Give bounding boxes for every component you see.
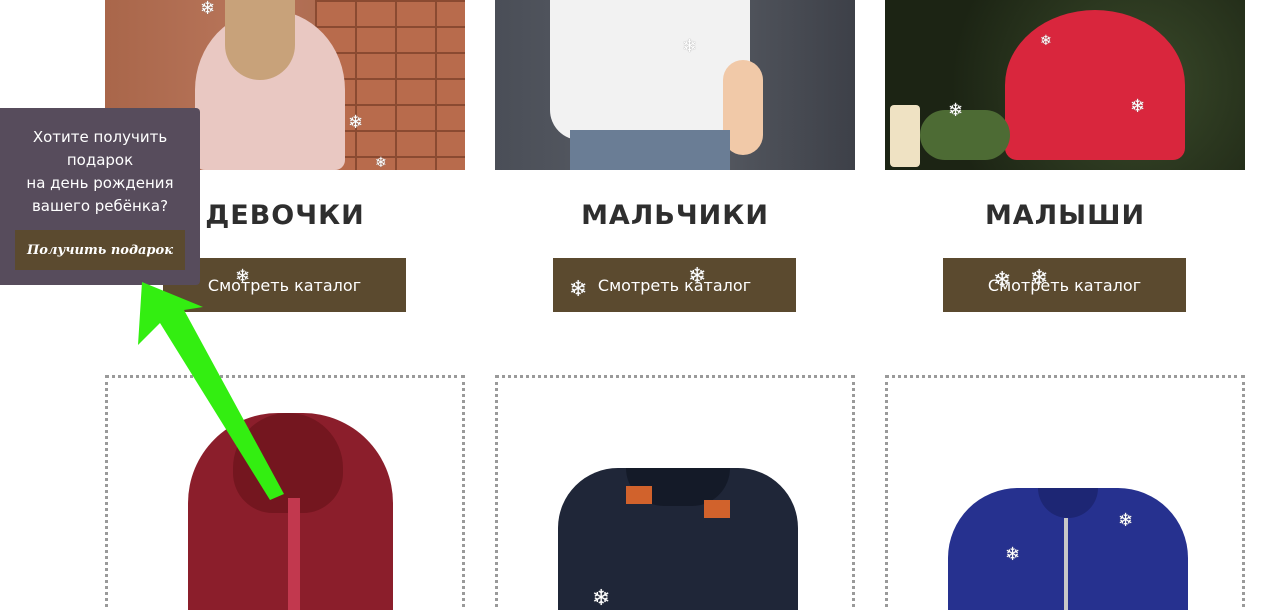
product-card-navy-jacket[interactable] [495, 375, 855, 610]
snowflake-icon: ❄ [682, 36, 698, 57]
boy-jeans-decor [570, 130, 730, 170]
boy-shirt-decor [550, 0, 750, 140]
baby-dress-decor [1005, 10, 1185, 160]
snowflake-icon: ❄ [1005, 544, 1021, 565]
snowflake-icon: ❄ [1030, 266, 1049, 291]
jacket-shoulder-patch-right [704, 500, 730, 518]
product-card-red-jacket[interactable] [105, 375, 465, 610]
get-gift-button[interactable]: Получить подарок [15, 230, 185, 270]
category-babies-image[interactable] [885, 0, 1245, 170]
snowflake-icon: ❄ [993, 268, 1012, 293]
girl-hair-decor [225, 0, 295, 80]
snowflake-icon: ❄ [1118, 510, 1134, 531]
gift-popup-text: Хотите получить подарок на день рождения… [26, 128, 174, 215]
snowflake-icon: ❄ [235, 266, 251, 287]
snowflake-icon: ❄ [375, 155, 387, 171]
snowflake-icon: ❄ [948, 100, 964, 121]
snowflake-icon: ❄ [200, 0, 216, 19]
jacket-zip-decor [288, 498, 300, 610]
snowflake-icon: ❄ [592, 586, 611, 610]
product-card-blue-jacket[interactable] [885, 375, 1245, 610]
category-boys-catalog-button[interactable]: Смотреть каталог [553, 258, 796, 312]
page: ДЕВОЧКИ Смотреть каталог МАЛЬЧИКИ Смотре… [0, 0, 1280, 610]
snowflake-icon: ❄ [688, 264, 707, 289]
category-boys: МАЛЬЧИКИ Смотреть каталог [495, 0, 855, 312]
category-boys-image[interactable] [495, 0, 855, 170]
jacket-zip-decor [1064, 518, 1068, 610]
jacket-shoulder-patch-left [626, 486, 652, 504]
category-babies: МАЛЫШИ Смотреть каталог [885, 0, 1245, 312]
snowflake-icon: ❄ [569, 277, 588, 302]
plant-decor [920, 110, 1010, 160]
snowflake-icon: ❄ [1040, 33, 1052, 49]
category-babies-title[interactable]: МАЛЫШИ [885, 200, 1245, 231]
candle-decor [890, 105, 920, 167]
category-babies-catalog-button[interactable]: Смотреть каталог [943, 258, 1186, 312]
gift-popup: Хотите получить подарок на день рождения… [0, 108, 200, 285]
snowflake-icon: ❄ [1130, 96, 1146, 117]
category-boys-title[interactable]: МАЛЬЧИКИ [495, 200, 855, 231]
snowflake-icon: ❄ [348, 112, 364, 133]
